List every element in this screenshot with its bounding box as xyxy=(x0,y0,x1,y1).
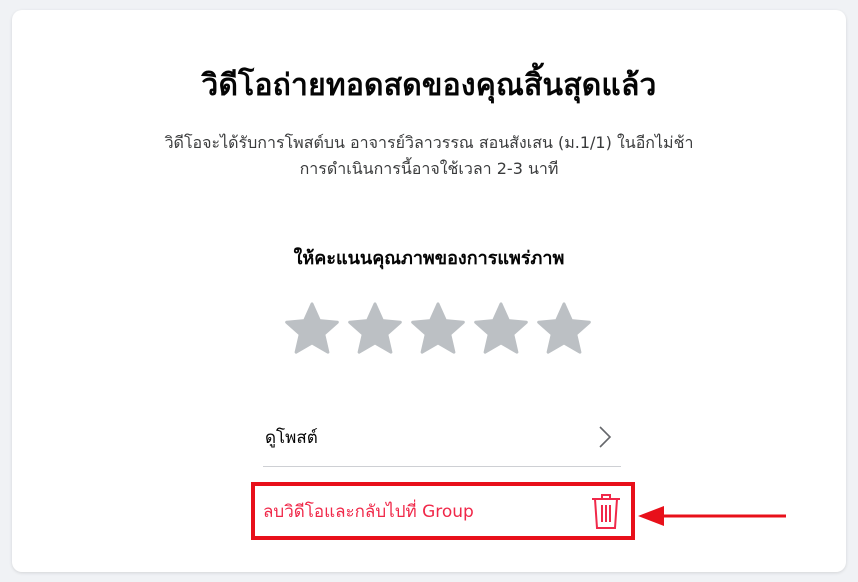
star-5-icon[interactable] xyxy=(534,300,594,358)
star-4-icon[interactable] xyxy=(471,300,531,358)
star-1-icon[interactable] xyxy=(282,300,342,358)
chevron-right-icon xyxy=(599,426,612,448)
dialog-title: วิดีโอถ่ายทอดสดของคุณสิ้นสุดแล้ว xyxy=(201,68,657,103)
live-ended-dialog: วิดีโอถ่ายทอดสดของคุณสิ้นสุดแล้ว วิดีโอจ… xyxy=(12,10,846,572)
dialog-subtitle: วิดีโอจะได้รับการโพสต์บน อาจารย์วิลาวรรณ… xyxy=(12,130,846,182)
subtitle-line-2: การดำเนินการนี้อาจใช้เวลา 2-3 นาที xyxy=(299,159,559,178)
trash-icon xyxy=(592,494,620,529)
arrow-left-icon xyxy=(638,506,786,526)
delete-video-label: ลบวิดีโอและกลับไปที่ Group xyxy=(263,501,474,522)
view-post-button[interactable]: ดูโพสต์ xyxy=(263,408,621,467)
subtitle-line-1: วิดีโอจะได้รับการโพสต์บน อาจารย์วิลาวรรณ… xyxy=(164,133,694,152)
rating-label: ให้คะแนนคุณภาพของการแพร่ภาพ xyxy=(293,248,565,269)
delete-video-button[interactable]: ลบวิดีโอและกลับไปที่ Group xyxy=(251,482,635,540)
star-rating[interactable] xyxy=(282,300,594,358)
star-2-icon[interactable] xyxy=(345,300,405,358)
view-post-label: ดูโพสต์ xyxy=(265,427,318,448)
star-3-icon[interactable] xyxy=(408,300,468,358)
